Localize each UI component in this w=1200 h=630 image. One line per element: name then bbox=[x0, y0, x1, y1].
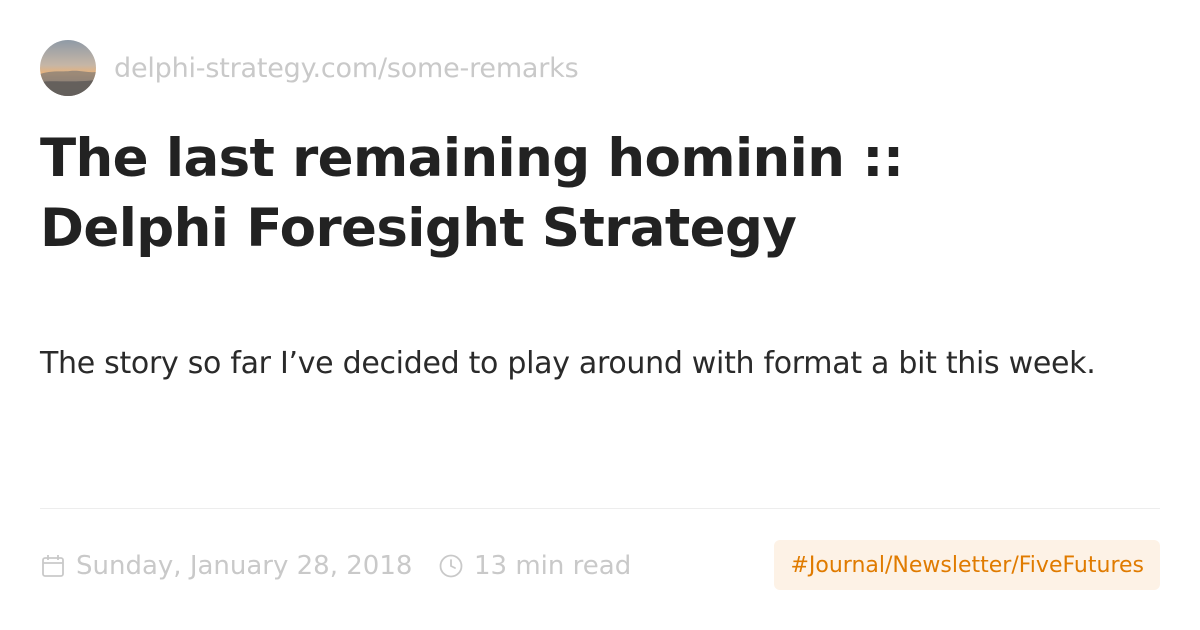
link-preview-card[interactable]: delphi-strategy.com/some-remarks The las… bbox=[40, 40, 1160, 600]
divider bbox=[40, 508, 1160, 509]
read-time: 13 min read bbox=[438, 540, 631, 592]
source-row: delphi-strategy.com/some-remarks bbox=[40, 40, 579, 96]
page-title[interactable]: The last remaining hominin :: Delphi For… bbox=[40, 124, 1160, 264]
clock-icon bbox=[439, 554, 463, 578]
read-time-text: 13 min read bbox=[474, 551, 632, 581]
publish-date-text: Sunday, January 28, 2018 bbox=[76, 551, 413, 581]
title-line-1: The last remaining hominin :: bbox=[40, 128, 904, 189]
title-line-2: Delphi Foresight Strategy bbox=[40, 198, 797, 259]
sunset-landscape-avatar-icon bbox=[40, 40, 96, 96]
publish-date: Sunday, January 28, 2018 bbox=[40, 540, 412, 592]
calendar-icon bbox=[42, 555, 64, 577]
source-url[interactable]: delphi-strategy.com/some-remarks bbox=[114, 53, 579, 84]
tag-badge[interactable]: #Journal/Newsletter/FiveFutures bbox=[774, 540, 1160, 590]
meta-row: Sunday, January 28, 2018 13 min read #Jo… bbox=[40, 540, 1160, 592]
article-description: The story so far I’ve decided to play ar… bbox=[40, 346, 1096, 381]
avatar bbox=[40, 40, 96, 96]
